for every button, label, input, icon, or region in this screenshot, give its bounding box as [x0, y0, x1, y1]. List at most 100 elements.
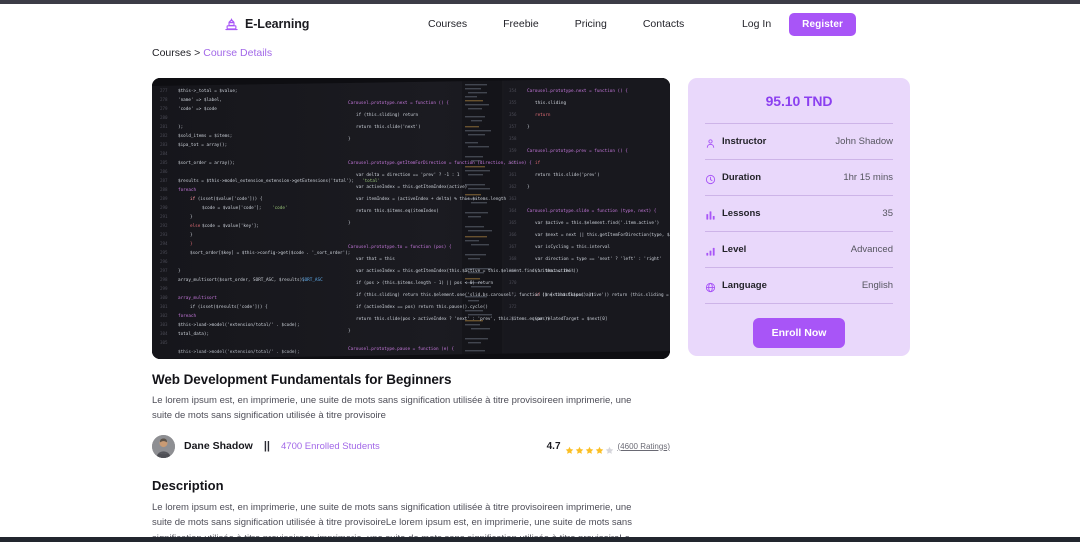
svg-text:if (activeIndex == pos) return: if (activeIndex == pos) return this.paus…: [356, 304, 488, 310]
login-link[interactable]: Log In: [742, 18, 771, 30]
svg-text:array_multisort: array_multisort: [178, 295, 217, 301]
svg-text:'code' => $code: 'code' => $code: [178, 106, 217, 112]
svg-text:286: 286: [160, 169, 168, 174]
info-label-language: Language: [722, 280, 767, 291]
breadcrumb-item-course-details[interactable]: Course Details: [203, 47, 272, 59]
svg-text:var direction = type == 'next': var direction = type == 'next' ? 'left' …: [535, 256, 662, 262]
svg-text:358: 358: [509, 136, 517, 141]
course-info-card: 95.10 TND Instructor John Shadow Duratio…: [688, 78, 910, 356]
svg-text:303: 303: [160, 322, 168, 327]
svg-text:285: 285: [160, 160, 168, 165]
svg-text:SORT_ASC: SORT_ASC: [302, 277, 323, 283]
browser-bottom-chrome-bar: [0, 537, 1080, 542]
svg-text:291: 291: [160, 214, 168, 219]
enrolled-students-count: 4700 Enrolled Students: [281, 440, 380, 452]
avatar[interactable]: [152, 434, 175, 458]
nav-item-pricing[interactable]: Pricing: [557, 18, 625, 30]
svg-text:var $next = next || this.getIt: var $next = next || this.getItemForDirec…: [535, 232, 670, 238]
info-row-lessons: Lessons 35: [705, 196, 893, 231]
info-value-level: Advanced: [850, 244, 893, 255]
enroll-now-button[interactable]: Enroll Now: [752, 318, 846, 348]
svg-text:295: 295: [160, 250, 168, 255]
svg-text:Carousel.prototype.slide = fun: Carousel.prototype.slide = function (typ…: [527, 208, 657, 214]
course-price: 95.10 TND: [765, 93, 833, 109]
svg-text:363: 363: [509, 196, 517, 201]
svg-text:total_data);: total_data);: [178, 331, 209, 337]
svg-text:$this->_total = $value;: $this->_total = $value;: [178, 88, 238, 94]
nav-item-freebie[interactable]: Freebie: [485, 18, 557, 30]
svg-text:368: 368: [509, 256, 517, 261]
svg-text:282: 282: [160, 133, 168, 138]
svg-text:'code': 'code': [272, 205, 288, 211]
brand-name: E-Learning: [245, 17, 310, 31]
svg-text:'name' => $label,: 'name' => $label,: [178, 97, 222, 103]
svg-text:var itemIndex = (activeIndex +: var itemIndex = (activeIndex + delta) % …: [356, 196, 506, 202]
svg-text:357: 357: [509, 124, 517, 129]
svg-text:280: 280: [160, 115, 168, 120]
svg-text:$this->load->model('extension/: $this->load->model('extension/total/' . …: [178, 349, 300, 355]
svg-text:281: 281: [160, 124, 168, 129]
svg-text:}: }: [527, 184, 530, 190]
svg-text:372: 372: [509, 304, 517, 309]
svg-text:356: 356: [509, 112, 517, 117]
svg-text:296: 296: [160, 259, 168, 264]
svg-text:var that = this: var that = this: [356, 256, 395, 262]
course-hero-image: 277 278 279 280 281 282 283 284 285 286 287 288 …: [152, 78, 670, 359]
svg-text:$sold_items = $items;: $sold_items = $items;: [178, 133, 232, 139]
code-editor-screenshot: 277278279 280281282 283284285 286287288 …: [152, 78, 670, 359]
svg-text:355: 355: [509, 100, 517, 105]
page-root: E-Learning Courses Freebie Pricing Conta…: [0, 0, 1080, 542]
svg-text:279: 279: [160, 106, 168, 111]
breadcrumb: Courses > Course Details: [152, 47, 272, 59]
svg-text:361: 361: [509, 172, 517, 177]
svg-text:if (isset($results['code'])) {: if (isset($results['code'])) {: [190, 304, 268, 310]
svg-text:299: 299: [160, 286, 168, 291]
avatar-photo: [152, 434, 175, 458]
nav-item-courses[interactable]: Courses: [428, 18, 485, 30]
rating-count[interactable]: (4600 Ratings): [618, 442, 670, 451]
brand-logo[interactable]: E-Learning: [224, 17, 309, 32]
svg-text:297: 297: [160, 268, 168, 273]
info-row-duration: Duration 1hr 15 mins: [705, 160, 893, 195]
primary-nav: Courses Freebie Pricing Contacts: [428, 18, 702, 30]
svg-text:var $active = this.$element.fi: var $active = this.$element.find('.item.…: [535, 220, 659, 226]
info-row-instructor: Instructor John Shadow: [705, 124, 893, 159]
svg-text:$this->load->model('extension/: $this->load->model('extension/total/' . …: [178, 322, 300, 328]
star-icon-4: [595, 442, 604, 454]
auth-actions: Log In Register: [742, 12, 856, 36]
svg-text:301: 301: [160, 304, 168, 309]
info-label-level: Level: [722, 244, 747, 255]
info-row-level: Level Advanced: [705, 232, 893, 267]
info-value-lessons: 35: [882, 208, 893, 219]
info-value-duration: 1hr 15 mins: [843, 172, 893, 183]
svg-text:Carousel.prototype.next = func: Carousel.prototype.next = function () {: [348, 100, 449, 106]
svg-text:if: if: [535, 160, 541, 166]
register-button[interactable]: Register: [789, 12, 856, 36]
svg-text:var delta = direction == 'prev: var delta = direction == 'prev' ? -1 : 1: [356, 172, 460, 178]
svg-text:$sort_order = array();: $sort_order = array();: [178, 160, 235, 166]
svg-text:304: 304: [160, 331, 168, 336]
nav-item-contacts[interactable]: Contacts: [625, 18, 702, 30]
svg-text:302: 302: [160, 313, 168, 318]
author-name: Dane Shadow: [184, 440, 253, 452]
svg-text:365: 365: [509, 220, 517, 225]
svg-text:$code = $value['code'];: $code = $value['code'];: [202, 205, 262, 211]
svg-text:var isCycling = this.interval: var isCycling = this.interval: [535, 244, 610, 250]
svg-text:}: }: [348, 220, 351, 226]
svg-text:290: 290: [160, 205, 168, 210]
svg-text:if (isset($value['code'])) {: if (isset($value['code'])) {: [190, 196, 263, 202]
svg-text:$ipa_tot = array();: $ipa_tot = array();: [178, 142, 227, 148]
svg-text:$sort_order[$key] = $this->con: $sort_order[$key] = $this->config->get($…: [190, 250, 350, 256]
svg-text:}: }: [178, 268, 181, 274]
svg-text:}: }: [190, 214, 193, 220]
info-value-instructor: John Shadow: [835, 136, 893, 147]
svg-text:Carousel.prototype.pause = fun: Carousel.prototype.pause = function (e) …: [348, 346, 454, 352]
breadcrumb-item-courses[interactable]: Courses: [152, 47, 191, 59]
star-icon-2: [575, 442, 584, 454]
star-icon-5: [605, 442, 614, 454]
svg-text:300: 300: [160, 295, 168, 300]
svg-text:294: 294: [160, 241, 168, 246]
rating-group: 4.7 (4600 Ratings): [547, 441, 670, 454]
info-label-duration: Duration: [722, 172, 762, 183]
svg-text:return this.slide(pos > active: return this.slide(pos > activeIndex ? 'n…: [356, 316, 550, 322]
